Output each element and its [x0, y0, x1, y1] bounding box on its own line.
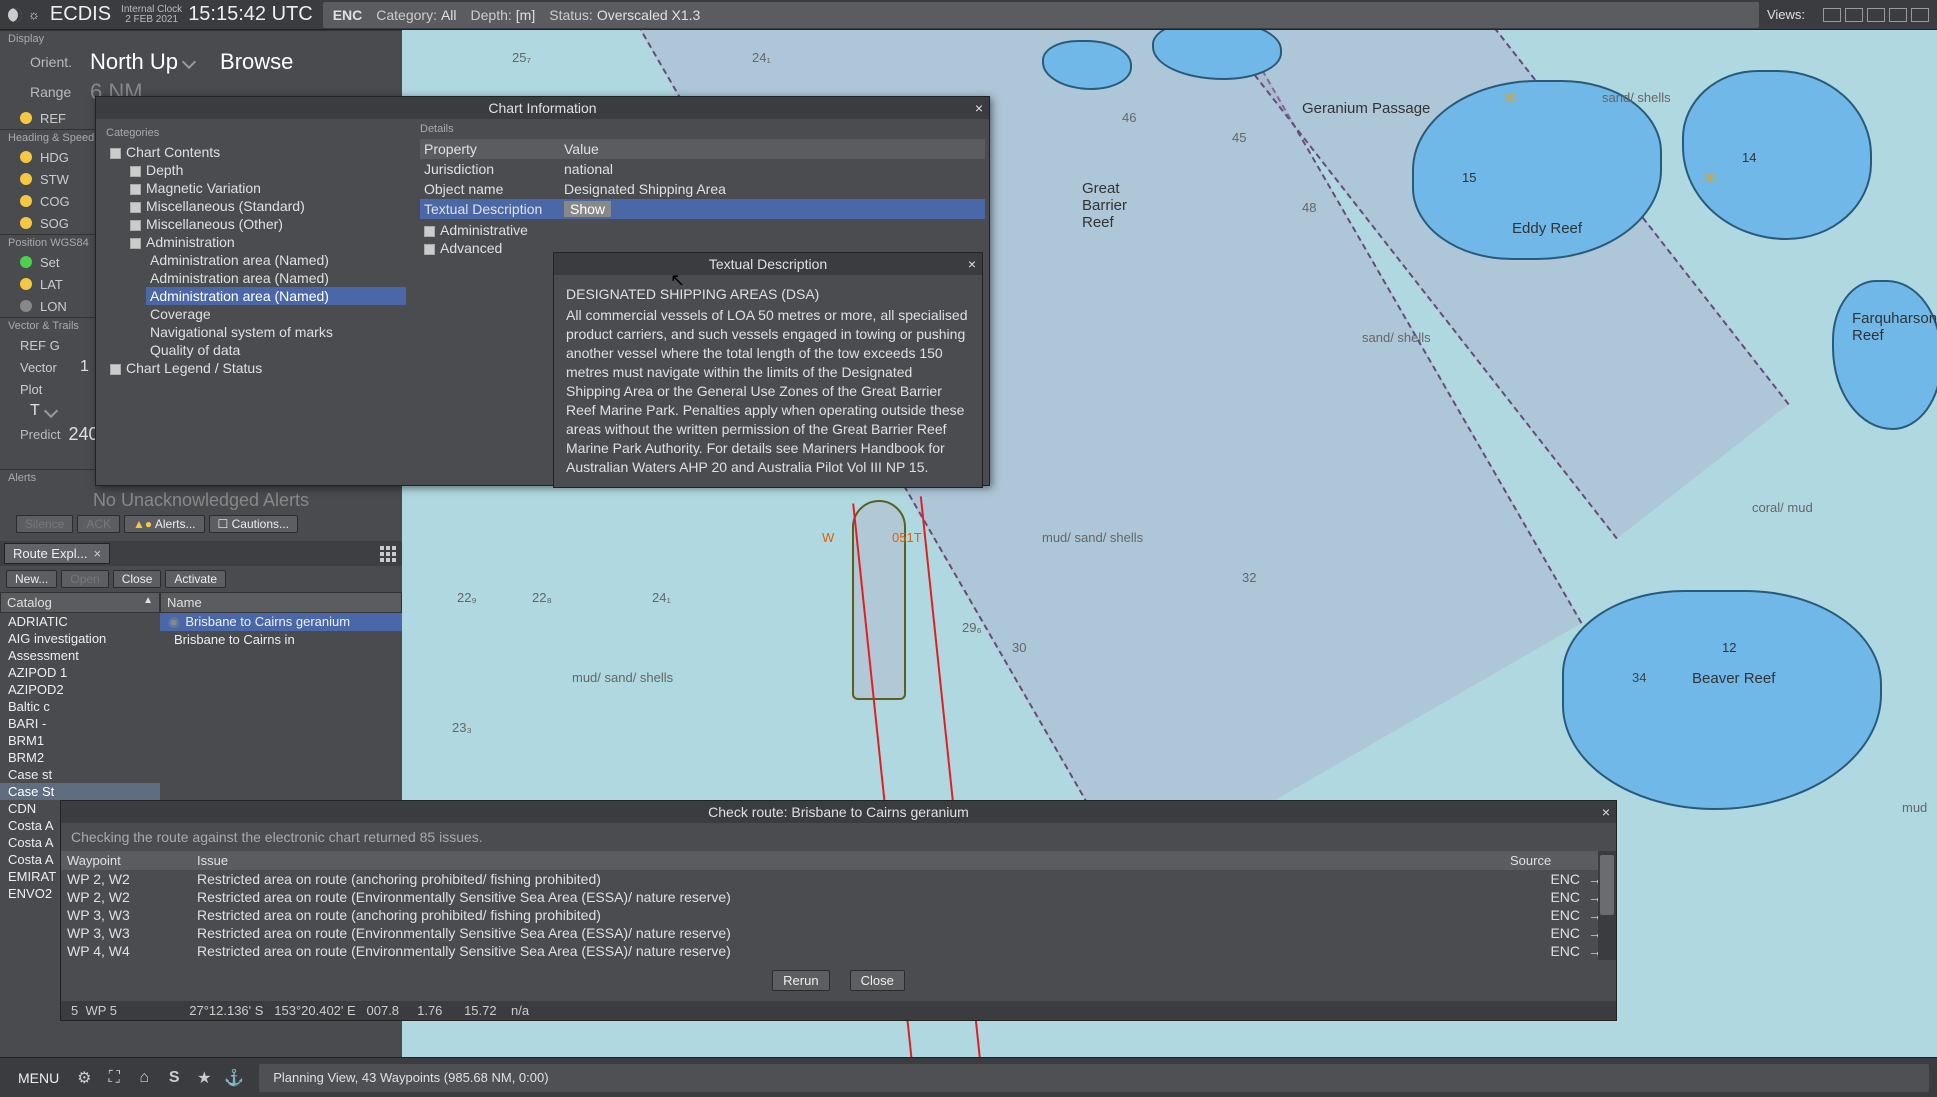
views-label: Views:: [1767, 7, 1805, 22]
catalog-item[interactable]: BRM2: [0, 749, 160, 766]
open-route-button[interactable]: Open: [61, 570, 108, 588]
check-route-summary: Checking the route against the electroni…: [61, 823, 1616, 851]
catalog-item[interactable]: Baltic c: [0, 698, 160, 715]
scrollbar-thumb[interactable]: [1600, 855, 1614, 915]
tree-item[interactable]: Navigational system of marks: [146, 323, 406, 341]
t-mode[interactable]: T: [30, 402, 40, 420]
property-row: Object nameDesignated Shipping Area: [420, 179, 985, 199]
home-icon[interactable]: ⌂: [133, 1067, 155, 1089]
orientation-value[interactable]: North Up: [90, 49, 178, 75]
expand-icon[interactable]: ⛶: [103, 1067, 125, 1089]
property-row[interactable]: Textual DescriptionShow: [420, 199, 985, 219]
check-route-title: Check route: Brisbane to Cairns geranium: [708, 804, 969, 820]
tree-item[interactable]: Administration area (Named): [146, 269, 406, 287]
brightness-icon[interactable]: ☼: [28, 7, 40, 22]
tree-item[interactable]: Administration area (Named): [146, 287, 406, 305]
label-eddy: Eddy Reef: [1512, 220, 1582, 237]
activate-route-button[interactable]: Activate: [165, 570, 226, 588]
catalog-item[interactable]: BRM1: [0, 732, 160, 749]
issue-row[interactable]: WP 3, W3Restricted area on route (anchor…: [61, 906, 1616, 924]
props-header: PropertyValue: [420, 139, 985, 159]
label-beaver: Beaver Reef: [1692, 670, 1775, 687]
silence-button[interactable]: Silence: [16, 515, 73, 533]
issue-row[interactable]: WP 3, W3Restricted area on route (Enviro…: [61, 924, 1616, 942]
catalog-item[interactable]: BARI -: [0, 715, 160, 732]
rerun-button[interactable]: Rerun: [772, 970, 829, 991]
check-route-header: Waypoint Issue Source: [61, 851, 1616, 870]
star-icon[interactable]: ★: [193, 1067, 215, 1089]
alerts-button[interactable]: ▲● Alerts...: [124, 515, 204, 533]
tree-item[interactable]: Quality of data: [146, 341, 406, 359]
tree-item[interactable]: Administration: [126, 233, 406, 251]
view-layout-icons[interactable]: [1823, 8, 1929, 22]
tree-item[interactable]: Depth: [126, 161, 406, 179]
close-icon[interactable]: ×: [968, 256, 976, 272]
footer-bar: MENU ⚙ ⛶ ⌂ S ★ ⚓ Planning View, 43 Waypo…: [0, 1057, 1937, 1097]
issue-row[interactable]: WP 2, W2Restricted area on route (anchor…: [61, 870, 1616, 888]
route-explorer-tab[interactable]: Route Expl...×: [4, 543, 110, 564]
check-route-dialog: Check route: Brisbane to Cairns geranium…: [60, 800, 1617, 1021]
chevron-down-icon[interactable]: [44, 404, 58, 418]
tree-item[interactable]: Chart Contents: [106, 143, 406, 161]
display-section-label: Display: [0, 30, 402, 47]
issue-row[interactable]: WP 2, W2Restricted area on route (Enviro…: [61, 888, 1616, 906]
tree-item[interactable]: Coverage: [146, 305, 406, 323]
gear-icon[interactable]: ⚙: [73, 1067, 95, 1089]
coord-row: 5 WP 5 27°12.136' S 153°20.402' E 007.8 …: [61, 1001, 1616, 1020]
apps-grid-icon[interactable]: [378, 544, 398, 564]
catalog-item[interactable]: ADRIATIC: [0, 613, 160, 630]
close-route-button[interactable]: Close: [113, 570, 162, 588]
txtdesc-title: Textual Description: [709, 256, 827, 272]
issue-row[interactable]: WP 4, W4Restricted area on route (Enviro…: [61, 942, 1616, 960]
catalog-item[interactable]: Case st: [0, 766, 160, 783]
top-bar: ☼ ECDIS Internal Clock 2 FEB 2021 15:15:…: [0, 0, 1937, 30]
close-tab-icon[interactable]: ×: [93, 546, 101, 561]
tree-item[interactable]: Miscellaneous (Standard): [126, 197, 406, 215]
catalog-item[interactable]: AZIPOD 1: [0, 664, 160, 681]
catalog-header[interactable]: Catalog▲: [0, 592, 160, 613]
menu-button[interactable]: MENU: [8, 1066, 69, 1090]
motion-mode[interactable]: Browse: [220, 49, 293, 75]
catalog-item[interactable]: Assessment: [0, 647, 160, 664]
textual-description-popup: Textual Description × DESIGNATED SHIPPING…: [553, 252, 983, 488]
property-row: Jurisdictionnational: [420, 159, 985, 179]
no-alerts-text: No Unacknowledged Alerts: [10, 490, 392, 511]
anchor-icon[interactable]: ⚓: [223, 1067, 245, 1089]
palette-icon[interactable]: [8, 8, 22, 22]
s-mode-icon[interactable]: S: [163, 1067, 185, 1089]
tree-item[interactable]: Chart Legend / Status: [106, 359, 406, 377]
clock-source: Internal Clock 2 FEB 2021: [121, 5, 182, 25]
close-icon[interactable]: ×: [1602, 804, 1610, 820]
route-item[interactable]: Brisbane to Cairns in: [160, 631, 402, 648]
txtdesc-heading: DESIGNATED SHIPPING AREAS (DSA): [566, 285, 970, 304]
ack-button[interactable]: ACK: [77, 515, 120, 533]
status-bar: Planning View, 43 Waypoints (985.68 NM, …: [259, 1064, 1929, 1092]
label-geranium: Geranium Passage: [1302, 100, 1430, 117]
app-title: ECDIS: [50, 3, 111, 26]
catalog-item[interactable]: Case St: [0, 783, 160, 800]
tree-item[interactable]: Magnetic Variation: [126, 179, 406, 197]
utc-clock: 15:15:42 UTC: [188, 3, 313, 26]
catalog-item[interactable]: AIG investigation: [0, 630, 160, 647]
new-route-button[interactable]: New...: [6, 570, 57, 588]
tree-item[interactable]: Miscellaneous (Other): [126, 215, 406, 233]
tree-item[interactable]: Administration area (Named): [146, 251, 406, 269]
txtdesc-body: All commercial vessels of LOA 50 metres …: [566, 306, 970, 477]
chart-info-title: Chart Information: [488, 100, 596, 116]
name-header[interactable]: Name: [160, 592, 402, 613]
cautions-button[interactable]: ☐ Cautions...: [209, 515, 298, 533]
close-button[interactable]: Close: [850, 970, 905, 991]
catalog-item[interactable]: AZIPOD2: [0, 681, 160, 698]
route-item[interactable]: ◉Brisbane to Cairns geranium: [160, 613, 402, 631]
label-farq: Farquharson Reef: [1852, 310, 1937, 344]
label-gbr: GreatBarrierReef: [1082, 180, 1127, 231]
tree-item[interactable]: Administrative: [420, 221, 985, 239]
close-icon[interactable]: ×: [975, 100, 983, 116]
chevron-down-icon[interactable]: [182, 55, 196, 69]
enc-status-bar: ENC Category:All Depth:[m] Status:Oversc…: [323, 2, 1759, 28]
